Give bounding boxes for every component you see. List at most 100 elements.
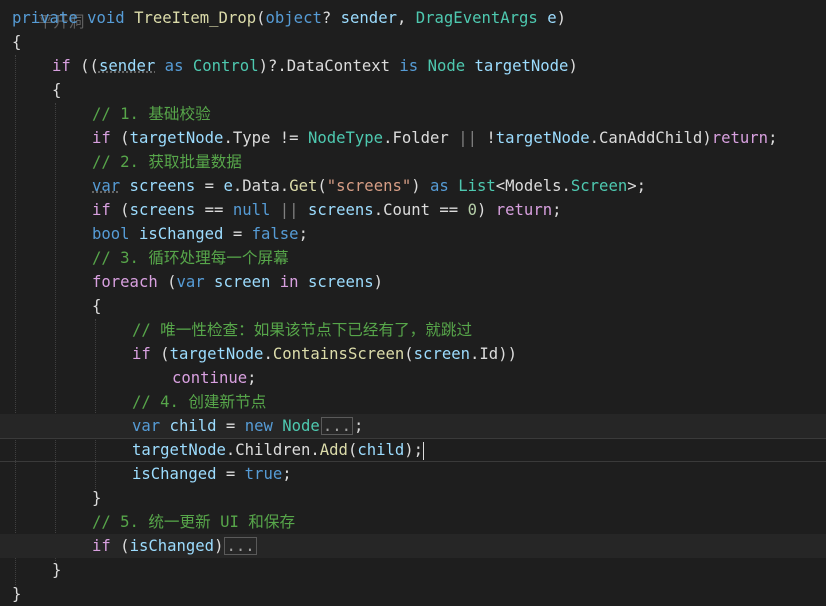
enum-folder: Folder — [392, 129, 449, 147]
punct: . — [232, 177, 243, 195]
local-targetnode: targetNode — [169, 345, 264, 363]
keyword-if: if — [52, 57, 71, 75]
punct: ( — [404, 345, 414, 363]
local-screens: screens — [307, 201, 374, 219]
punct: ) — [556, 9, 566, 27]
punct: )) — [498, 345, 517, 363]
code-line-brace: } — [0, 582, 826, 606]
local-targetnode: targetNode — [495, 129, 590, 147]
keyword-in: in — [270, 273, 299, 291]
brace-open: { — [92, 297, 102, 315]
method-name[interactable]: TreeItem_Drop — [134, 9, 256, 27]
punct: ) — [476, 201, 496, 219]
type-list[interactable]: List — [458, 177, 496, 195]
punct: >; — [627, 177, 647, 195]
operator: = — [195, 177, 224, 195]
method-containsscreen: ContainsScreen — [272, 345, 405, 363]
comment-text: // 3. 循环处理每一个屏幕 — [92, 249, 289, 267]
code-line-set-changed: isChanged = true; — [0, 462, 826, 486]
punct: . — [470, 345, 480, 363]
code-comment: // 3. 循环处理每一个屏幕 — [0, 246, 826, 270]
punct: ; — [353, 417, 364, 435]
code-line-brace: { — [0, 78, 826, 102]
keyword-as: as — [155, 57, 193, 75]
code-line-check: if (targetNode.Type != NodeType.Folder |… — [0, 126, 826, 150]
punct: . — [310, 441, 320, 459]
keyword-return: return — [711, 129, 769, 147]
operator: = — [216, 417, 245, 435]
operator: ! — [486, 129, 496, 147]
punct: )?. — [258, 57, 287, 75]
keyword-if: if — [132, 345, 151, 363]
type-node[interactable]: Node — [282, 417, 320, 435]
method-add: Add — [319, 441, 348, 459]
punct: , — [396, 9, 416, 27]
brace-close: } — [52, 561, 62, 579]
code-editor[interactable]: 平开洞 private void TreeItem_Drop(object? s… — [0, 0, 826, 606]
punct: . — [589, 129, 600, 147]
property-children: Children — [235, 441, 311, 459]
punct: ) — [568, 57, 578, 75]
collapsed-region-button[interactable]: ... — [320, 417, 353, 435]
local-child: child — [357, 441, 405, 459]
code-line-null-check: if (screens == null || screens.Count == … — [0, 198, 826, 222]
comment-text: // 5. 统一更新 UI 和保存 — [92, 513, 296, 531]
collapsed-region-button[interactable]: ... — [224, 537, 257, 555]
punct: ) — [702, 129, 712, 147]
punct: ) — [214, 537, 224, 555]
punct: . — [263, 345, 273, 363]
operator: || — [448, 129, 487, 147]
operator: || — [270, 201, 308, 219]
punct: ( — [110, 201, 130, 219]
punct: ( — [157, 273, 177, 291]
punct: ; — [247, 369, 257, 387]
punct: ( — [110, 129, 130, 147]
keyword-foreach: foreach — [92, 273, 158, 291]
type-node[interactable]: Node — [428, 57, 466, 75]
param-e-ref: e — [223, 177, 233, 195]
keyword-null: null — [232, 201, 271, 219]
param-e: e — [537, 9, 557, 27]
punct: ( — [347, 441, 358, 459]
operator: == — [195, 201, 233, 219]
type-control[interactable]: Control — [193, 57, 259, 75]
param-sender-ref[interactable]: sender — [99, 57, 155, 75]
code-line-brace: { — [0, 30, 826, 54]
keyword-as: as — [420, 177, 459, 195]
punct: ; — [552, 201, 562, 219]
local-ischanged: isChanged — [129, 225, 224, 243]
type-nodetype[interactable]: NodeType — [308, 129, 383, 147]
local-ischanged: isChanged — [129, 537, 215, 555]
code-comment: // 2. 获取批量数据 — [0, 150, 826, 174]
punct: ) — [373, 273, 384, 291]
type-drageventargs[interactable]: DragEventArgs — [416, 9, 538, 27]
type-screen[interactable]: Screen — [571, 177, 627, 195]
code-line-brace: { — [0, 294, 826, 318]
keyword-return: return — [495, 201, 553, 219]
punct: . — [279, 177, 290, 195]
punct: ( — [110, 537, 130, 555]
code-comment: // 唯一性检查：如果该节点下已经有了，就跳过 — [0, 318, 826, 342]
brace-close: } — [12, 585, 22, 603]
local-targetnode: targetNode — [132, 441, 226, 459]
brace-open: { — [12, 33, 22, 51]
code-line-add-child: targetNode.Children.Add(child); — [0, 438, 826, 462]
comment-text: // 唯一性检查：如果该节点下已经有了，就跳过 — [132, 321, 473, 339]
type-object: object — [265, 9, 322, 27]
code-line-brace: } — [0, 558, 826, 582]
namespace-models: Models — [505, 177, 562, 195]
punct: ? — [321, 9, 332, 27]
code-line-continue: continue; — [0, 366, 826, 390]
punct: ; — [298, 225, 308, 243]
code-line-var-screens: var screens = e.Data.Get("screens") as L… — [0, 174, 826, 198]
punct: (( — [70, 57, 99, 75]
comment-text: // 1. 基础校验 — [92, 105, 211, 123]
keyword-bool: bool — [92, 225, 130, 243]
number-literal: 0 — [467, 201, 477, 219]
keyword-if: if — [92, 537, 111, 555]
punct: ; — [768, 129, 778, 147]
param-sender: sender — [331, 9, 397, 27]
local-screen: screen — [204, 273, 271, 291]
keyword-is: is — [390, 57, 428, 75]
